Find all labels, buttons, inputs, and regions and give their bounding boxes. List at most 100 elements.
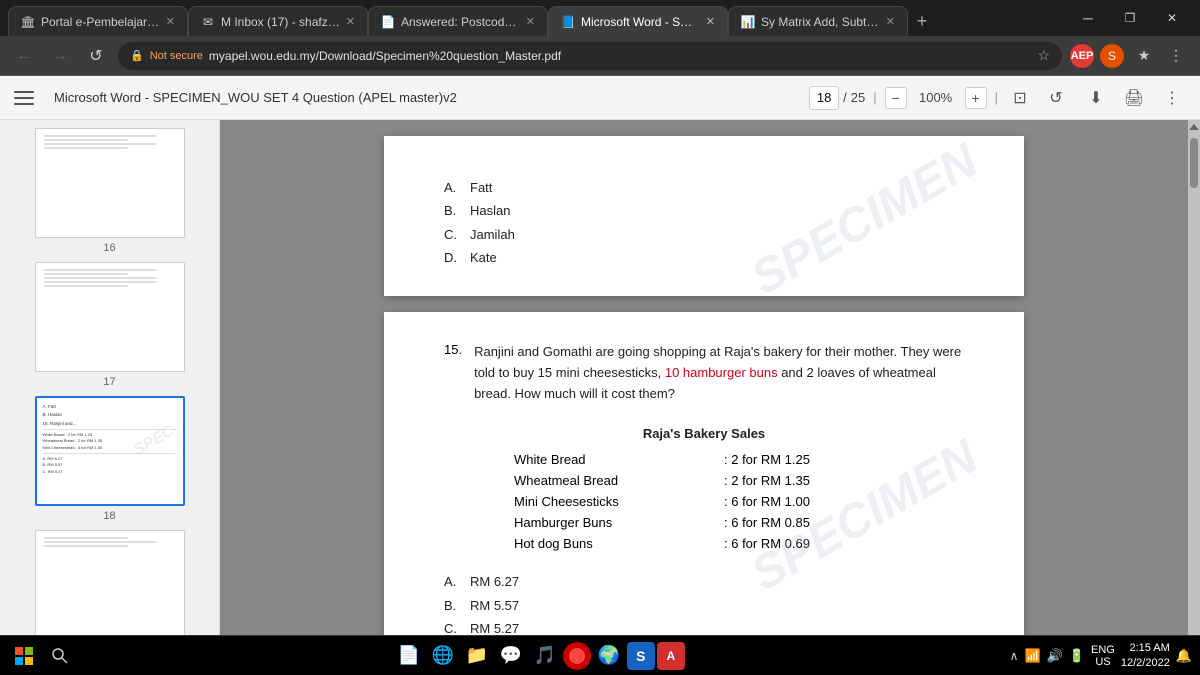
bookmark-icon[interactable]: ☆ bbox=[1037, 47, 1050, 64]
taskbar-app-blue[interactable]: S bbox=[627, 642, 655, 670]
q15-answer-c: C. RM 5.27 bbox=[444, 617, 964, 635]
new-tab-button[interactable]: + bbox=[908, 6, 936, 36]
bakery-item-name: Wheatmeal Bread bbox=[514, 473, 684, 488]
zoom-in-button[interactable]: + bbox=[965, 87, 987, 109]
wifi-icon[interactable]: 📶 bbox=[1024, 648, 1040, 664]
reload-button[interactable]: ↺ bbox=[82, 42, 110, 70]
scroll-up-arrow[interactable] bbox=[1189, 124, 1199, 130]
thumb-line bbox=[44, 135, 156, 137]
tab-answered[interactable]: 📄 Answered: Postcodes in a countr... ✕ bbox=[368, 6, 548, 36]
bakery-item-price: : 6 for RM 0.85 bbox=[684, 515, 894, 530]
tab-close-matrix[interactable]: ✕ bbox=[886, 15, 895, 28]
q15-answer-a: A. RM 6.27 bbox=[444, 570, 964, 593]
close-button[interactable]: ✕ bbox=[1152, 4, 1192, 32]
taskbar-apps: 📄 🌐 📁 💬 🎵 🌍 S A bbox=[76, 640, 1002, 672]
taskbar-app-music[interactable]: 🎵 bbox=[529, 640, 561, 672]
thumbnail-page-16[interactable]: 16 bbox=[8, 128, 211, 254]
page-info: / 25 bbox=[809, 86, 865, 110]
minimize-button[interactable]: ─ bbox=[1068, 4, 1108, 32]
tab-portal[interactable]: 🏛 Portal e-Pembelajaran CIDB ✕ bbox=[8, 6, 188, 36]
more-options-button[interactable]: ⋮ bbox=[1162, 42, 1190, 70]
tab-favicon-inbox: ✉ bbox=[201, 15, 215, 29]
answer-option-c-prev: C. Jamilah bbox=[444, 223, 964, 246]
url-bar[interactable]: 🔒 Not secure myapel.wou.edu.my/Download/… bbox=[118, 42, 1062, 70]
tab-close-portal[interactable]: ✕ bbox=[166, 15, 175, 28]
thumbnail-page-19[interactable]: 19 bbox=[8, 530, 211, 635]
tab-close-answered[interactable]: ✕ bbox=[526, 15, 535, 28]
extensions-button[interactable]: AEP bbox=[1070, 44, 1094, 68]
taskbar-app-chat[interactable]: 💬 bbox=[495, 640, 527, 672]
thumb-box-17 bbox=[35, 262, 185, 372]
pdf-page-18-main: 15. Ranjini and Gomathi are going shoppi… bbox=[384, 312, 1024, 635]
start-button[interactable] bbox=[8, 640, 40, 672]
tab-close-inbox[interactable]: ✕ bbox=[346, 15, 355, 28]
taskbar-app-red-icon bbox=[569, 648, 585, 664]
taskbar-right: ∧ 📶 🔊 🔋 ENG US 2:15 AM 12/2/2022 🔔 bbox=[1002, 641, 1192, 670]
thumbnail-page-18[interactable]: A. Fatt B. Haslan 15. Ranjini and... Whi… bbox=[8, 396, 211, 522]
page-number-input[interactable] bbox=[809, 86, 839, 110]
taskbar-app-folder[interactable]: 📁 bbox=[461, 640, 493, 672]
fit-page-button[interactable]: ⊡ bbox=[1006, 84, 1034, 112]
tab-title-matrix: Sy Matrix Add, Subtract Calculato... bbox=[761, 15, 880, 29]
thumb-line bbox=[44, 273, 128, 275]
pdf-page-18-top: A. Fatt B. Haslan C. Jamilah D. Kate bbox=[384, 136, 1024, 296]
pdf-content-area: A. Fatt B. Haslan C. Jamilah D. Kate bbox=[220, 120, 1188, 635]
taskbar-app-browser[interactable]: 🌐 bbox=[427, 640, 459, 672]
tab-inbox[interactable]: ✉ M Inbox (17) - shafzeela9192@gm... ✕ bbox=[188, 6, 368, 36]
volume-icon[interactable]: 🔊 bbox=[1047, 648, 1063, 664]
opt-text: Haslan bbox=[470, 199, 510, 222]
print-button[interactable]: 🖨 bbox=[1120, 84, 1148, 112]
tab-specimen[interactable]: 📘 Microsoft Word - SPECIMEN_WO... ✕ bbox=[548, 6, 728, 36]
thumbnail-page-17[interactable]: 17 bbox=[8, 262, 211, 388]
chevron-up-icon[interactable]: ∧ bbox=[1010, 649, 1019, 663]
back-button[interactable]: ← bbox=[10, 42, 38, 70]
thumb-line bbox=[44, 285, 128, 287]
rotate-button[interactable]: ↺ bbox=[1042, 84, 1070, 112]
q15-highlighted: 10 hamburger buns bbox=[665, 365, 778, 380]
opt-text: Jamilah bbox=[470, 223, 515, 246]
page-total: 25 bbox=[851, 90, 865, 105]
scroll-thumb[interactable] bbox=[1190, 138, 1198, 188]
tab-matrix[interactable]: 📊 Sy Matrix Add, Subtract Calculato... ✕ bbox=[728, 6, 908, 36]
thumb-text-18: A. Fatt B. Haslan 15. Ranjini and... Whi… bbox=[41, 402, 179, 476]
pdf-scrollbar[interactable] bbox=[1188, 120, 1200, 635]
more-tools-button[interactable]: ⋮ bbox=[1158, 84, 1186, 112]
restore-button[interactable]: ❐ bbox=[1110, 4, 1150, 32]
bakery-item-name: Hot dog Buns bbox=[514, 536, 684, 551]
thumb-content-17 bbox=[36, 263, 184, 371]
download-button[interactable]: ⬇ bbox=[1082, 84, 1110, 112]
tab-close-specimen[interactable]: ✕ bbox=[706, 15, 715, 28]
bakery-item-name: Mini Cheesesticks bbox=[514, 494, 684, 509]
clock[interactable]: 2:15 AM 12/2/2022 bbox=[1121, 641, 1170, 670]
sidebar-toggle-button[interactable] bbox=[14, 84, 42, 112]
taskbar-app-red[interactable] bbox=[563, 642, 591, 670]
clock-time: 2:15 AM bbox=[1129, 641, 1169, 655]
battery-icon[interactable]: 🔋 bbox=[1069, 648, 1085, 664]
opt-letter-a: A. bbox=[444, 570, 458, 593]
thumbnail-sidebar: 16 17 bbox=[0, 120, 220, 635]
taskbar-app-file[interactable]: 📄 bbox=[393, 640, 425, 672]
language-indicator[interactable]: ENG US bbox=[1091, 644, 1115, 668]
thumb-line bbox=[44, 541, 156, 543]
taskbar-app-pdf[interactable]: A bbox=[657, 642, 685, 670]
bakery-item-name: White Bread bbox=[514, 452, 684, 467]
thumb-line bbox=[44, 545, 128, 547]
answer-option-d-prev: D. Kate bbox=[444, 246, 964, 269]
thumb-num-16: 16 bbox=[103, 242, 115, 254]
profile-avatar[interactable]: S bbox=[1098, 42, 1126, 70]
thumb-content-16 bbox=[36, 129, 184, 237]
forward-button[interactable]: → bbox=[46, 42, 74, 70]
star-icon[interactable]: ★ bbox=[1130, 42, 1158, 70]
toolbar-separator-1: | bbox=[873, 90, 876, 105]
address-bar: ← → ↺ 🔒 Not secure myapel.wou.edu.my/Dow… bbox=[0, 36, 1200, 76]
tab-title-specimen: Microsoft Word - SPECIMEN_WO... bbox=[581, 15, 700, 29]
windows-logo-icon bbox=[15, 647, 33, 665]
zoom-out-button[interactable]: − bbox=[885, 87, 907, 109]
taskbar-app-globe[interactable]: 🌍 bbox=[593, 640, 625, 672]
search-button[interactable] bbox=[44, 640, 76, 672]
search-icon bbox=[52, 648, 68, 664]
bakery-item-price: : 2 for RM 1.25 bbox=[684, 452, 894, 467]
thumb-line bbox=[44, 139, 128, 141]
question-15-text: Ranjini and Gomathi are going shopping a… bbox=[474, 342, 964, 404]
notifications-icon[interactable]: 🔔 bbox=[1176, 648, 1192, 664]
